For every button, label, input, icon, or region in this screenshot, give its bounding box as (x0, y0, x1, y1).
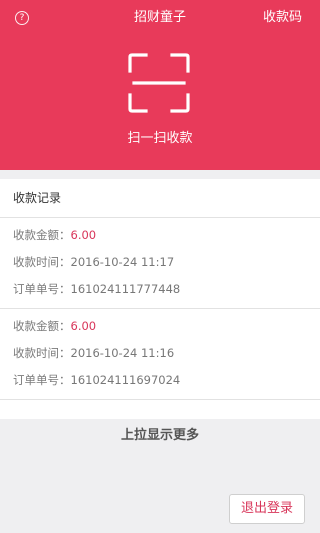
record-item[interactable]: 收款金额：6.00 收款时间：2016-10-24 11:17 订单单号：161… (0, 222, 320, 309)
time-label: 收款时间： (13, 255, 71, 269)
records-card: 收款记录 收款金额：6.00 收款时间：2016-10-24 11:17 订单单… (0, 179, 320, 419)
time-row: 收款时间：2016-10-24 11:16 (13, 340, 307, 367)
order-label: 订单单号： (13, 373, 71, 387)
time-value: 2016-10-24 11:16 (70, 346, 175, 360)
order-value: 161024111697024 (70, 373, 181, 387)
order-row: 订单单号：161024111697024 (13, 367, 307, 394)
records-title: 收款记录 (0, 179, 320, 218)
app-screen: ? 招财童子 收款码 扫一扫收款 收款记录 收款金额：6.00 收款时间：201… (0, 0, 320, 533)
logout-button[interactable]: 退出登录 (229, 494, 305, 524)
order-label: 订单单号： (13, 282, 71, 296)
scan-button[interactable]: 扫一扫收款 (0, 50, 320, 160)
order-value: 161024111777448 (70, 282, 181, 296)
amount-label: 收款金额： (13, 319, 71, 333)
amount-value: 6.00 (70, 228, 97, 242)
time-row: 收款时间：2016-10-24 11:17 (13, 249, 307, 276)
collect-code-link[interactable]: 收款码 (263, 9, 302, 27)
pull-to-load-more[interactable]: 上拉显示更多 (0, 424, 320, 443)
scan-label: 扫一扫收款 (127, 131, 193, 146)
amount-value: 6.00 (70, 319, 97, 333)
record-item[interactable]: 收款金额：6.00 收款时间：2016-10-24 11:16 订单单号：161… (0, 313, 320, 400)
amount-row: 收款金额：6.00 (13, 313, 307, 340)
time-label: 收款时间： (13, 346, 71, 360)
amount-row: 收款金额：6.00 (13, 222, 307, 249)
scan-frame-icon (128, 53, 190, 113)
amount-label: 收款金额： (13, 228, 71, 242)
header: ? 招财童子 收款码 扫一扫收款 (0, 0, 320, 170)
time-value: 2016-10-24 11:17 (70, 255, 175, 269)
order-row: 订单单号：161024111777448 (13, 276, 307, 303)
